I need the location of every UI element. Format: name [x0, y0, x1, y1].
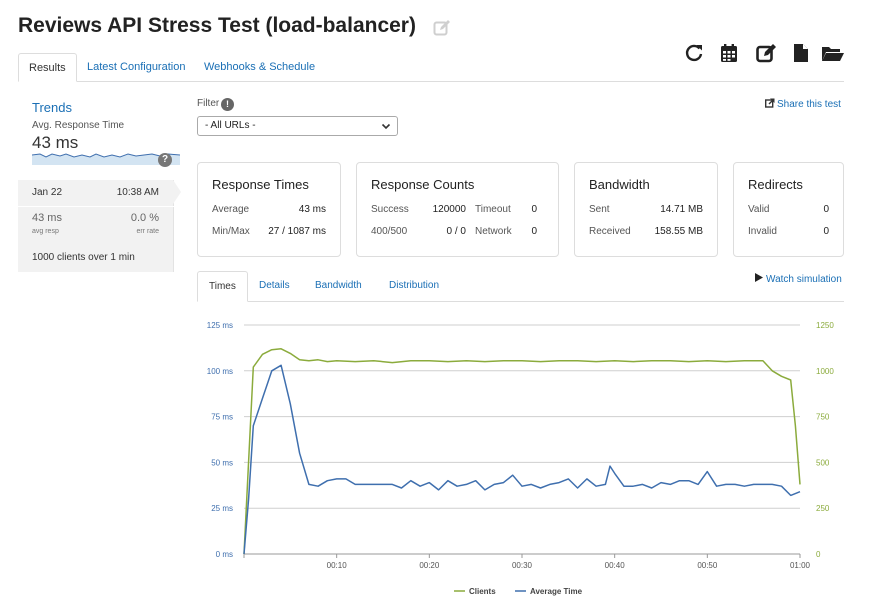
minmax-value: 27 / 1087 ms [268, 226, 326, 237]
minmax-label: Min/Max [212, 226, 250, 237]
run-avg-resp-label: avg resp [32, 228, 59, 235]
chevron-down-icon [381, 123, 391, 130]
play-icon [755, 273, 763, 282]
timeout-label: Timeout [475, 204, 511, 215]
tab-bandwidth[interactable]: Bandwidth [304, 271, 373, 302]
redirects-title: Redirects [748, 177, 803, 192]
divider [18, 206, 174, 207]
y-left-tick-label: 0 ms [216, 550, 233, 559]
network-value: 0 [531, 226, 537, 237]
invalid-label: Invalid [748, 226, 777, 237]
received-label: Received [589, 226, 631, 237]
run-clients-text: clients over [54, 252, 111, 263]
valid-label: Valid [748, 204, 770, 215]
tab-latest-configuration[interactable]: Latest Configuration [77, 53, 195, 82]
sent-label: Sent [589, 204, 610, 215]
y-left-tick-label: 25 ms [211, 504, 233, 513]
trends-subtitle: Avg. Response Time [32, 120, 125, 131]
status-4xx-5xx-label: 400/500 [371, 226, 408, 237]
bandwidth-card: Bandwidth Sent 14.71 MB Received 158.55 … [574, 162, 718, 257]
share-label: Share this test [777, 99, 841, 110]
y-right-tick-label: 0 [816, 550, 821, 559]
trends-title[interactable]: Trends [32, 100, 72, 115]
average-value: 43 ms [298, 204, 326, 215]
x-tick-label: 00:50 [697, 561, 718, 570]
timeout-value: 0 [531, 204, 537, 215]
legend-average-time-label: Average Time [530, 587, 583, 596]
clients-series-line [243, 348, 801, 555]
response-counts-card: Response Counts Success 120000 Timeout 0… [356, 162, 559, 257]
invalid-value: 0 [823, 226, 829, 237]
x-tick-label: 00:10 [327, 561, 348, 570]
run-err-rate: 0.0 % [130, 212, 159, 224]
response-counts-title: Response Counts [371, 177, 475, 192]
valid-value: 0 [823, 204, 829, 215]
network-label: Network [475, 226, 512, 237]
info-icon[interactable]: ! [221, 98, 234, 111]
run-time: 10:38 AM [116, 187, 159, 198]
status-4xx-5xx-value: 0 / 0 [446, 226, 466, 237]
filter-label: Filter [197, 98, 220, 109]
test-run-card[interactable]: Jan 22 10:38 AM 43 ms avg resp 0.0 % err… [18, 180, 181, 272]
run-err-rate-label: err rate [136, 228, 159, 235]
average-time-series-line [243, 364, 801, 555]
tab-webhooks-schedule[interactable]: Webhooks & Schedule [194, 53, 325, 82]
run-clients-count: 1000 [32, 252, 55, 263]
legend-clients-label: Clients [469, 587, 496, 596]
run-duration: 1 min [110, 252, 135, 263]
bandwidth-title: Bandwidth [589, 177, 650, 192]
success-value: 120000 [432, 204, 466, 215]
run-date: Jan 22 [32, 187, 63, 198]
tab-distribution[interactable]: Distribution [378, 271, 450, 302]
tab-results[interactable]: Results [18, 53, 77, 82]
y-right-tick-label: 500 [816, 458, 830, 467]
response-time-chart: 0 ms 25 ms 50 ms 75 ms 100 ms 125 ms 0 250 500 75… [207, 321, 835, 596]
y-right-tick-label: 1250 [816, 321, 834, 330]
watch-label: Watch simulation [766, 274, 842, 285]
y-left-tick-label: 50 ms [211, 458, 233, 467]
y-right-tick-label: 250 [816, 504, 830, 513]
page-title: Reviews API Stress Test (load-balancer) [18, 14, 416, 37]
trends-value: 43 ms [32, 133, 79, 152]
average-label: Average [212, 204, 250, 215]
x-tick-label: 00:30 [512, 561, 533, 570]
response-times-card: Response Times Average 43 ms Min/Max 27 … [197, 162, 341, 257]
response-times-title: Response Times [212, 177, 309, 192]
y-left-tick-label: 75 ms [211, 413, 233, 422]
watch-simulation-link[interactable]: Watch simulation [755, 273, 842, 285]
run-avg-resp: 43 ms [32, 212, 62, 224]
x-tick-label: 00:40 [605, 561, 626, 570]
share-test-link[interactable]: Share this test [764, 98, 841, 110]
received-value: 158.55 MB [654, 226, 703, 237]
run-clients: 1000 clients over 1 min [32, 252, 135, 263]
x-tick-label: 01:00 [790, 561, 811, 570]
edit-title-icon[interactable] [433, 19, 451, 37]
help-icon[interactable]: ? [158, 153, 172, 167]
url-filter-select[interactable]: - All URLs - [197, 116, 398, 136]
y-right-tick-label: 750 [816, 413, 830, 422]
sent-value: 14.71 MB [660, 204, 703, 215]
tab-details[interactable]: Details [248, 271, 301, 302]
x-tick-label: 00:20 [419, 561, 440, 570]
chart-tabs: Times Details Bandwidth Distribution [197, 271, 844, 302]
share-icon [764, 98, 775, 108]
redirects-card: Redirects Valid 0 Invalid 0 [733, 162, 844, 257]
success-label: Success [371, 204, 409, 215]
y-left-tick-label: 125 ms [207, 321, 233, 330]
tab-times[interactable]: Times [197, 271, 248, 302]
y-left-tick-label: 100 ms [207, 367, 233, 376]
y-right-tick-label: 1000 [816, 367, 834, 376]
url-filter-value: - All URLs - [205, 120, 256, 131]
main-tabs: Results Latest Configuration Webhooks & … [18, 53, 844, 82]
selected-arrow [173, 180, 181, 204]
